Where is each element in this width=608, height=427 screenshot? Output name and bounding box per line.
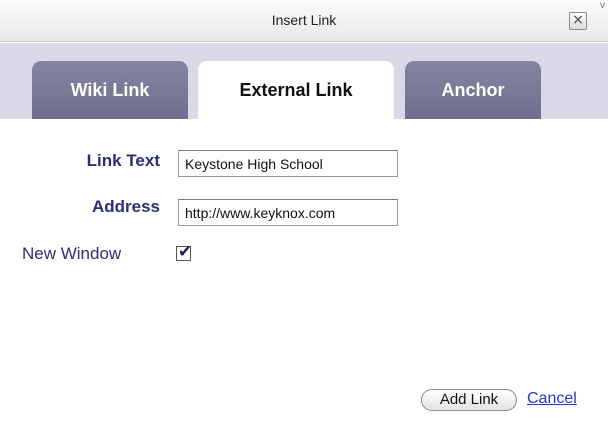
corner-indicator: v — [600, 0, 605, 11]
tab-strip: Wiki Link External Link Anchor — [0, 43, 608, 119]
dialog-title: Insert Link — [271, 12, 337, 28]
close-icon: × — [572, 12, 584, 28]
close-button[interactable]: × — [569, 12, 587, 30]
tab-wiki-link[interactable]: Wiki Link — [32, 61, 188, 119]
tab-external-link[interactable]: External Link — [198, 61, 394, 119]
add-link-button[interactable]: Add Link — [421, 389, 517, 411]
link-text-label: Link Text — [86, 151, 160, 170]
insert-link-dialog: Insert Link × v Wiki Link External Link … — [0, 0, 608, 427]
link-text-input[interactable] — [178, 150, 398, 177]
new-window-label: New Window — [22, 244, 122, 263]
checkmark-icon: ✔ — [178, 242, 193, 262]
cancel-link[interactable]: Cancel — [527, 390, 577, 408]
tab-anchor[interactable]: Anchor — [405, 61, 541, 119]
address-label: Address — [91, 197, 160, 216]
address-input[interactable] — [178, 199, 398, 226]
new-window-checkbox[interactable]: ✔ — [176, 242, 192, 262]
title-bar[interactable]: Insert Link × v — [0, 0, 608, 42]
